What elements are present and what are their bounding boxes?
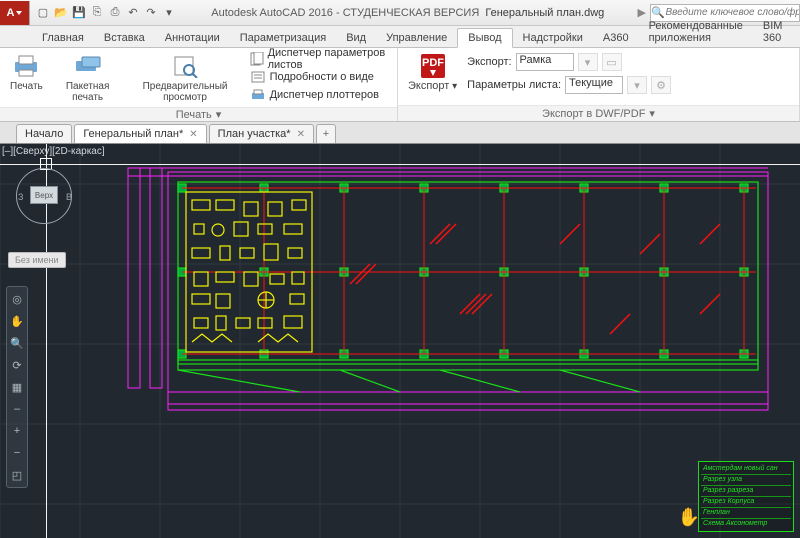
panel-print: Печать Пакетная печать Предварительный п… [0, 48, 398, 121]
doctab-site-plan[interactable]: План участка*✕ [209, 124, 314, 143]
plotter-icon [250, 87, 266, 103]
legend-row[interactable]: Разрез узла [701, 475, 791, 486]
doctab-start[interactable]: Начало [16, 124, 72, 143]
tab-parametric[interactable]: Параметризация [230, 29, 336, 47]
crosshair-h [0, 164, 800, 165]
printer-icon [10, 52, 42, 80]
nav-orbit-icon[interactable]: ⟳ [9, 357, 25, 373]
chevron-down-icon: ▾ [216, 108, 222, 121]
legend-row[interactable]: Амстердам новый сан [701, 464, 791, 475]
open-icon[interactable]: 📂 [52, 4, 70, 22]
nav-showmotion-icon[interactable]: ▦ [9, 379, 25, 395]
legend-row[interactable]: Разрез Корпуса [701, 497, 791, 508]
export-type-value[interactable]: Рамка [516, 53, 574, 71]
nav-zoomout-icon[interactable]: − [9, 445, 25, 461]
viewcube-west[interactable]: З [18, 192, 23, 202]
tab-home[interactable]: Главная [32, 29, 94, 47]
view-details-button[interactable]: Подробности о виде [248, 68, 391, 86]
page-setup-manager-button[interactable]: Диспетчер параметров листов [248, 50, 391, 68]
layer-legend[interactable]: Амстердам новый сан Разрез узла Разрез р… [698, 461, 794, 532]
close-icon[interactable]: ✕ [297, 129, 305, 140]
viewcube-east[interactable]: В [66, 192, 72, 202]
saveas-icon[interactable]: ⎘ [88, 4, 106, 22]
doctab-general-plan[interactable]: Генеральный план*✕ [74, 124, 206, 143]
pan-cursor-icon: ✋ [678, 507, 700, 528]
legend-row[interactable]: Генплан [701, 508, 791, 519]
legend-row[interactable]: Разрез разреза [701, 486, 791, 497]
batch-print-button[interactable]: Пакетная печать [53, 50, 123, 105]
view-unnamed-badge[interactable]: Без имени [8, 252, 66, 268]
sheet-params-row: Параметры листа: Текущие ▾ ⚙ [467, 75, 671, 95]
batch-printer-icon [72, 52, 104, 80]
sheet-settings-icon: ⚙ [651, 76, 671, 94]
viewport-controls[interactable]: [–][Сверху][2D-каркас] [2, 146, 105, 157]
doctab-new[interactable]: + [316, 124, 336, 143]
tab-performance[interactable]: Perf [792, 29, 800, 47]
viewcube-top-face[interactable]: Верх [30, 186, 58, 204]
document-tabs: Начало Генеральный план*✕ План участка*✕… [0, 122, 800, 144]
svg-text:PDF: PDF [422, 57, 444, 69]
save-icon[interactable]: 💾 [70, 4, 88, 22]
new-icon[interactable]: ▢ [34, 4, 52, 22]
tab-annotate[interactable]: Аннотации [155, 29, 230, 47]
tab-output[interactable]: Вывод [457, 28, 512, 48]
close-icon[interactable]: ✕ [189, 129, 197, 140]
nav-zoom-icon[interactable]: 🔍 [9, 335, 25, 351]
export-window-icon[interactable]: ▭ [602, 53, 622, 71]
panel-export-title[interactable]: Экспорт в DWF/PDF▾ [398, 105, 799, 121]
tab-insert[interactable]: Вставка [94, 29, 155, 47]
navigation-bar: ◎ ✋ 🔍 ⟳ ▦ – + − ◰ [6, 286, 28, 488]
nav-wheel-icon[interactable]: ◎ [9, 291, 25, 307]
undo-icon[interactable]: ↶ [124, 4, 142, 22]
drawing-viewport[interactable]: [–][Сверху][2D-каркас] З В Верх Без имен… [0, 144, 800, 538]
pdf-icon: PDF [417, 52, 449, 80]
qat-dropdown-icon[interactable]: ▾ [160, 4, 178, 22]
preview-icon [169, 52, 201, 80]
legend-row[interactable]: Схема Аксонометр [701, 519, 791, 529]
chevron-down-icon: ▾ [649, 107, 655, 120]
plotter-manager-button[interactable]: Диспетчер плоттеров [248, 86, 391, 104]
tab-view[interactable]: Вид [336, 29, 376, 47]
tab-addins[interactable]: Надстройки [513, 29, 593, 47]
drawing-content [0, 144, 800, 538]
sheet-params-dropdown[interactable]: ▾ [627, 76, 647, 94]
nav-extents-icon[interactable]: ◰ [9, 467, 25, 483]
sheet-params-value[interactable]: Текущие [565, 76, 623, 94]
export-button[interactable]: PDF Экспорт ▾ [404, 50, 461, 94]
print-icon[interactable]: ⎙ [106, 4, 124, 22]
export-type-row: Экспорт: Рамка ▾ ▭ [467, 52, 671, 72]
tab-bim360[interactable]: BIM 360 [753, 17, 793, 47]
tab-manage[interactable]: Управление [376, 29, 457, 47]
panel-print-title[interactable]: Печать▾ [0, 107, 397, 121]
nav-sep: – [9, 401, 25, 417]
window-title: Autodesk AutoCAD 2016 - СТУДЕНЧЕСКАЯ ВЕР… [182, 7, 634, 19]
nav-zoomin-icon[interactable]: + [9, 423, 25, 439]
app-menu-button[interactable]: A [0, 1, 30, 25]
viewcube[interactable]: З В Верх [16, 168, 72, 224]
nav-pan-icon[interactable]: ✋ [9, 313, 25, 329]
export-type-dropdown[interactable]: ▾ [578, 53, 598, 71]
tab-featured[interactable]: Рекомендованные приложения [639, 17, 753, 47]
ribbon-tabs: Главная Вставка Аннотации Параметризация… [0, 26, 800, 48]
ribbon: Печать Пакетная печать Предварительный п… [0, 48, 800, 122]
sheets-icon [250, 51, 264, 67]
tab-a360[interactable]: A360 [593, 29, 639, 47]
quick-access-toolbar: ▢ 📂 💾 ⎘ ⎙ ↶ ↷ ▾ [30, 4, 182, 22]
redo-icon[interactable]: ↷ [142, 4, 160, 22]
panel-export: PDF Экспорт ▾ Экспорт: Рамка ▾ ▭ Парамет… [398, 48, 800, 121]
view-details-icon [250, 69, 266, 85]
print-button[interactable]: Печать [6, 50, 47, 94]
preview-button[interactable]: Предварительный просмотр [129, 50, 242, 105]
